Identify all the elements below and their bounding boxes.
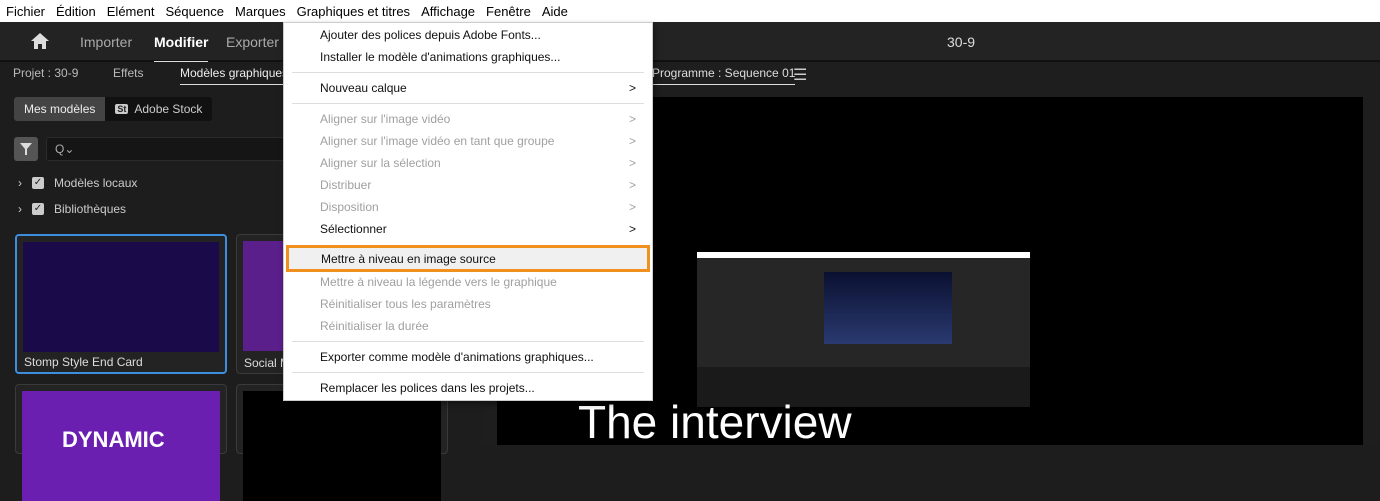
- tab-programme[interactable]: Programme : Sequence 01: [652, 66, 796, 85]
- menu-item-exporter-modele[interactable]: Exporter comme modèle d'animations graph…: [284, 346, 652, 368]
- template-thumbnail: DYNAMIC: [22, 391, 220, 501]
- menu-aide[interactable]: Aide: [536, 4, 573, 19]
- adobe-stock-icon: St: [115, 104, 129, 114]
- menu-item-label: Nouveau calque: [320, 81, 407, 95]
- menu-item-label: Exporter comme modèle d'animations graph…: [320, 350, 594, 364]
- tab-modeles-graphiques[interactable]: Modèles graphiques: [180, 66, 289, 85]
- chevron-right-icon: >: [628, 178, 636, 192]
- template-thumbnail: [23, 242, 219, 352]
- video-caption: The interview: [578, 396, 852, 448]
- workspace-exporter[interactable]: Exporter: [226, 34, 279, 50]
- filter-button[interactable]: [14, 137, 38, 161]
- chevron-right-icon: >: [628, 134, 636, 148]
- menu-fenetre[interactable]: Fenêtre: [480, 4, 536, 19]
- menu-item-disposition[interactable]: Disposition >: [284, 196, 652, 218]
- menu-item-aligner-groupe[interactable]: Aligner sur l'image vidéo en tant que gr…: [284, 130, 652, 152]
- checkbox[interactable]: ✓: [32, 203, 44, 215]
- menu-affichage[interactable]: Affichage: [415, 4, 480, 19]
- menu-separator: [292, 341, 644, 342]
- mes-modeles-button[interactable]: Mes modèles: [14, 97, 106, 121]
- home-icon[interactable]: [30, 32, 50, 50]
- template-card[interactable]: Stomp Style End Card: [15, 234, 227, 374]
- menu-item-label: Installer le modèle d'animations graphiq…: [320, 50, 561, 64]
- menu-item-distribuer[interactable]: Distribuer >: [284, 174, 652, 196]
- embedded-screenshot: [697, 252, 1030, 407]
- menu-item-installer-modele[interactable]: Installer le modèle d'animations graphiq…: [284, 46, 652, 68]
- tab-projet[interactable]: Projet : 30-9: [13, 66, 78, 80]
- chevron-right-icon[interactable]: ›: [18, 202, 22, 216]
- template-card[interactable]: DYNAMIC: [15, 384, 227, 501]
- template-name: Stomp Style End Card: [24, 355, 143, 369]
- graphiques-dropdown-menu: Ajouter des polices depuis Adobe Fonts..…: [283, 22, 653, 401]
- menu-item-label: Ajouter des polices depuis Adobe Fonts..…: [320, 28, 541, 42]
- chevron-right-icon[interactable]: ›: [18, 176, 22, 190]
- tree-item-bibliotheques[interactable]: › ✓ Bibliothèques: [18, 202, 126, 216]
- adobe-stock-button[interactable]: St Adobe Stock: [105, 97, 212, 121]
- template-thumbnail: [243, 391, 441, 501]
- menu-item-selectionner[interactable]: Sélectionner >: [284, 218, 652, 240]
- menu-item-label: Aligner sur la sélection: [320, 156, 441, 170]
- menu-bar: Fichier Édition Elément Séquence Marques…: [0, 0, 1380, 22]
- menu-item-label: Réinitialiser tous les paramètres: [320, 297, 491, 311]
- mes-modeles-label: Mes modèles: [24, 102, 96, 116]
- menu-item-label: Mettre à niveau en image source: [321, 252, 496, 266]
- menu-item-reinitialiser-parametres[interactable]: Réinitialiser tous les paramètres: [284, 293, 652, 315]
- menu-item-label: Remplacer les polices dans les projets..…: [320, 381, 535, 395]
- menu-sequence[interactable]: Séquence: [159, 4, 229, 19]
- menu-item-nouveau-calque[interactable]: Nouveau calque >: [284, 77, 652, 99]
- tree-label: Modèles locaux: [54, 176, 138, 190]
- tree-item-modeles-locaux[interactable]: › ✓ Modèles locaux: [18, 176, 137, 190]
- panel-menu-icon[interactable]: ☰: [793, 65, 807, 85]
- chevron-right-icon: >: [628, 222, 636, 236]
- menu-item-label: Mettre à niveau la légende vers le graph…: [320, 275, 557, 289]
- tab-effets[interactable]: Effets: [113, 66, 143, 80]
- workspace-modifier[interactable]: Modifier: [154, 34, 209, 63]
- menu-item-label: Aligner sur l'image vidéo: [320, 112, 451, 126]
- menu-edition[interactable]: Édition: [50, 4, 101, 19]
- project-title: 30-9: [947, 34, 976, 50]
- app-header: Importer Modifier Exporter 30-9: [0, 22, 1380, 63]
- menu-item-label: Distribuer: [320, 178, 372, 192]
- source-toggle: Mes modèles St Adobe Stock: [14, 97, 213, 121]
- menu-element[interactable]: Elément: [101, 4, 160, 19]
- menu-marques[interactable]: Marques: [229, 4, 291, 19]
- chevron-right-icon: >: [628, 81, 636, 95]
- menu-separator: [292, 372, 644, 373]
- filter-icon: [20, 143, 32, 155]
- menu-separator: [292, 103, 644, 104]
- menu-graphiques[interactable]: Graphiques et titres: [290, 3, 416, 19]
- adobe-stock-label: Adobe Stock: [134, 102, 203, 116]
- menu-item-remplacer-polices[interactable]: Remplacer les polices dans les projets..…: [284, 377, 652, 399]
- menu-item-ajouter-polices[interactable]: Ajouter des polices depuis Adobe Fonts..…: [284, 24, 652, 46]
- menu-item-aligner-image[interactable]: Aligner sur l'image vidéo >: [284, 108, 652, 130]
- menu-item-reinitialiser-duree[interactable]: Réinitialiser la durée: [284, 315, 652, 337]
- menu-item-label: Sélectionner: [320, 222, 387, 236]
- menu-separator: [292, 72, 644, 73]
- menu-item-label: Réinitialiser la durée: [320, 319, 429, 333]
- workspace-importer[interactable]: Importer: [80, 34, 132, 50]
- menu-fichier[interactable]: Fichier: [0, 4, 50, 19]
- menu-item-label: Disposition: [320, 200, 379, 214]
- chevron-right-icon: >: [628, 156, 636, 170]
- menu-item-aligner-selection[interactable]: Aligner sur la sélection >: [284, 152, 652, 174]
- checkbox[interactable]: ✓: [32, 177, 44, 189]
- chevron-right-icon: >: [628, 200, 636, 214]
- menu-item-label: Aligner sur l'image vidéo en tant que gr…: [320, 134, 555, 148]
- chevron-right-icon: >: [628, 112, 636, 126]
- menu-item-mettre-niveau-image-source[interactable]: Mettre à niveau en image source: [286, 245, 650, 272]
- menu-item-mettre-niveau-legende[interactable]: Mettre à niveau la légende vers le graph…: [284, 271, 652, 293]
- tree-label: Bibliothèques: [54, 202, 127, 216]
